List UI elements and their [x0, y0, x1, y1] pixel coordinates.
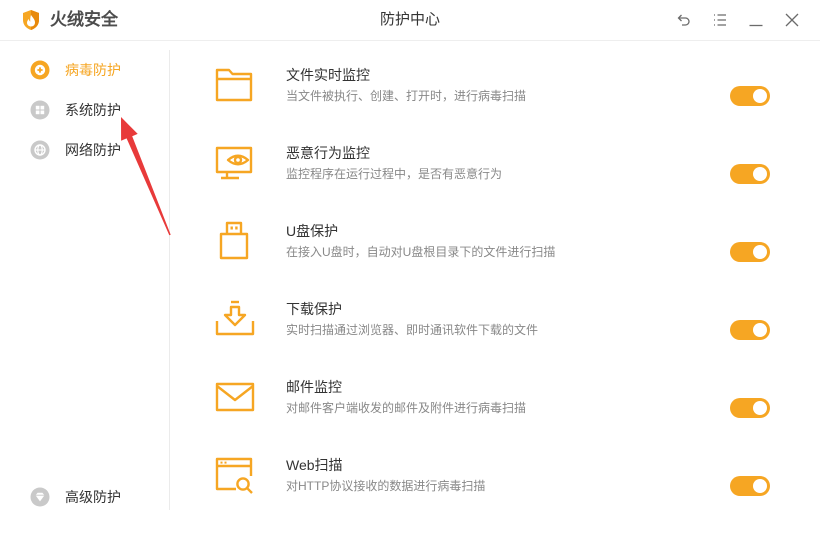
toggle-knob: [753, 401, 767, 415]
minimize-button[interactable]: [746, 10, 766, 30]
folder-icon: [215, 68, 253, 102]
feature-title: 恶意行为监控: [286, 145, 370, 161]
toggle-knob: [753, 323, 767, 337]
file-monitor-toggle[interactable]: [730, 86, 770, 106]
window-title: 防护中心: [379, 11, 440, 28]
toggle-knob: [753, 167, 767, 181]
feature-row-file-monitor: 文件实时监控 当文件被执行、创建、打开时，进行病毒扫描: [170, 46, 820, 124]
feature-title: 下载保护: [286, 301, 342, 317]
usb-drive-icon: [219, 221, 249, 260]
menu-icon: [714, 14, 726, 26]
toggle-knob: [753, 479, 767, 493]
undo-button[interactable]: [674, 10, 694, 30]
mail-monitor-toggle[interactable]: [730, 398, 770, 418]
close-button[interactable]: [782, 10, 802, 30]
undo-icon: [677, 14, 690, 26]
feature-row-mail-monitor: 邮件监控 对邮件客户端收发的邮件及附件进行病毒扫描: [170, 358, 820, 436]
minimize-icon: [749, 24, 763, 27]
feature-description: 对HTTP协议接收的数据进行病毒扫描: [286, 479, 486, 493]
monitor-eye-icon: [215, 146, 253, 180]
feature-row-behavior-monitor: 恶意行为监控 监控程序在运行过程中，是否有恶意行为: [170, 124, 820, 202]
toggle-knob: [753, 245, 767, 259]
feature-row-download-protection: 下载保护 实时扫描通过浏览器、即时通讯软件下载的文件: [170, 280, 820, 358]
feature-description: 在接入U盘时，自动对U盘根目录下的文件进行扫描: [286, 245, 556, 259]
web-scan-toggle[interactable]: [730, 476, 770, 496]
mail-icon: [215, 382, 255, 412]
feature-title: Web扫描: [286, 457, 343, 473]
sidebar-item-label: 网络防护: [65, 142, 121, 158]
download-protection-toggle[interactable]: [730, 320, 770, 340]
sidebar: 病毒防护 系统防护 网络防护 高级防护: [0, 41, 169, 540]
download-icon: [215, 300, 255, 336]
toggle-knob: [753, 89, 767, 103]
feature-title: 邮件监控: [286, 379, 342, 395]
sidebar-item-label: 病毒防护: [65, 62, 121, 78]
title-bar: 火绒安全 防护中心: [0, 0, 820, 41]
protection-feature-list: 文件实时监控 当文件被执行、创建、打开时，进行病毒扫描 恶意行为监控 监控程序在…: [170, 41, 820, 540]
sidebar-item-label: 系统防护: [65, 102, 121, 118]
feature-description: 实时扫描通过浏览器、即时通讯软件下载的文件: [286, 323, 539, 337]
feature-title: 文件实时监控: [286, 67, 370, 83]
feature-row-usb-protection: U盘保护 在接入U盘时，自动对U盘根目录下的文件进行扫描: [170, 202, 820, 280]
diamond-icon: [30, 487, 50, 507]
feature-title: U盘保护: [286, 223, 339, 239]
feature-description: 监控程序在运行过程中，是否有恶意行为: [286, 167, 503, 181]
sidebar-item-network-protection[interactable]: 网络防护: [20, 134, 160, 166]
virus-protection-icon: [30, 60, 50, 80]
close-icon: [785, 13, 799, 27]
web-scan-icon: [215, 457, 253, 494]
sidebar-item-virus-protection[interactable]: 病毒防护: [20, 54, 160, 86]
usb-protection-toggle[interactable]: [730, 242, 770, 262]
feature-description: 对邮件客户端收发的邮件及附件进行病毒扫描: [286, 401, 527, 415]
feature-description: 当文件被执行、创建、打开时，进行病毒扫描: [286, 89, 527, 103]
feature-row-web-scan: Web扫描 对HTTP协议接收的数据进行病毒扫描: [170, 436, 820, 514]
sidebar-item-system-protection[interactable]: 系统防护: [20, 94, 160, 126]
windows-icon: [30, 100, 50, 120]
behavior-monitor-toggle[interactable]: [730, 164, 770, 184]
menu-button[interactable]: [710, 10, 730, 30]
sidebar-item-label: 高级防护: [65, 489, 121, 505]
sidebar-item-advanced-protection[interactable]: 高级防护: [20, 481, 160, 513]
globe-icon: [30, 140, 50, 160]
